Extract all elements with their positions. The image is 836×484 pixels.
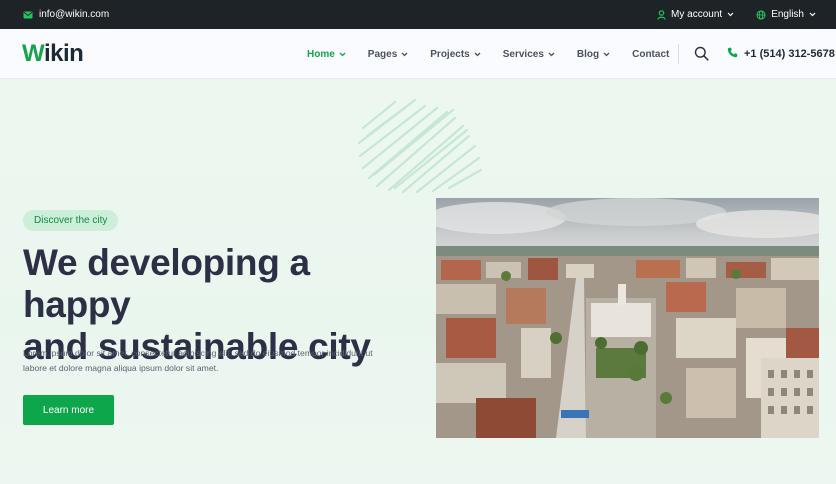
top-bar: info@wikin.com My account English — [0, 0, 836, 29]
language-selector[interactable]: English — [756, 9, 816, 20]
city-aerial-image — [436, 198, 819, 438]
nav-item-pages[interactable]: Pages — [368, 49, 408, 60]
nav-label: Pages — [367, 48, 398, 60]
hero-description-line2: labore et dolore magna aliqua ipsum dolo… — [23, 363, 219, 373]
nav-item-services[interactable]: Services — [503, 49, 555, 60]
nav-item-contact[interactable]: Contact — [632, 49, 669, 60]
search-button[interactable] — [694, 46, 709, 66]
nav-label: Services — [502, 48, 544, 60]
user-icon — [657, 9, 666, 20]
nav-item-projects[interactable]: Projects — [430, 48, 481, 60]
nav-label: Projects — [430, 48, 470, 60]
my-account-menu[interactable]: My account — [657, 9, 734, 20]
phone-icon — [727, 47, 738, 61]
chevron-down-icon — [809, 12, 816, 17]
nav-label: Blog — [576, 48, 600, 60]
logo-w: W — [22, 40, 44, 67]
scribble-decoration — [357, 98, 483, 193]
hero-headline-line1: We developing a happy — [23, 242, 310, 325]
my-account-label: My account — [671, 9, 723, 20]
language-label: English — [771, 9, 804, 20]
hero-description-line1: Lorem ipsum dolor sit amet, consectetur … — [23, 348, 373, 358]
logo-rest: ikin — [43, 40, 84, 67]
search-icon — [694, 46, 709, 65]
nav-label: Home — [307, 48, 335, 60]
chevron-down-icon — [603, 49, 610, 60]
chevron-down-icon — [727, 12, 734, 17]
learn-more-button[interactable]: Learn more — [23, 395, 114, 425]
header-phone[interactable]: +1 (514) 312-5678 — [727, 29, 835, 79]
chevron-down-icon — [548, 49, 555, 60]
topbar-email[interactable]: info@wikin.com — [23, 0, 109, 29]
site-logo[interactable]: Wikin — [22, 40, 84, 68]
nav-item-home[interactable]: Home — [307, 49, 346, 60]
chevron-down-icon — [401, 49, 408, 60]
phone-number: +1 (514) 312-5678 — [744, 48, 835, 60]
hero-badge: Discover the city — [23, 210, 119, 231]
nav-label: Contact — [632, 48, 670, 60]
header-divider — [678, 44, 679, 64]
hero-description: Lorem ipsum dolor sit amet, consectetur … — [23, 346, 413, 376]
topbar-email-text: info@wikin.com — [39, 9, 110, 20]
main-nav: Home Pages Projects Services Blog Contac… — [307, 29, 669, 79]
envelope-icon — [23, 11, 33, 19]
chevron-down-icon — [474, 49, 481, 60]
main-header: Wikin Home Pages Projects Services Blog … — [0, 29, 836, 79]
chevron-down-icon — [339, 49, 346, 60]
nav-item-blog[interactable]: Blog — [577, 49, 610, 60]
globe-icon — [756, 9, 766, 20]
